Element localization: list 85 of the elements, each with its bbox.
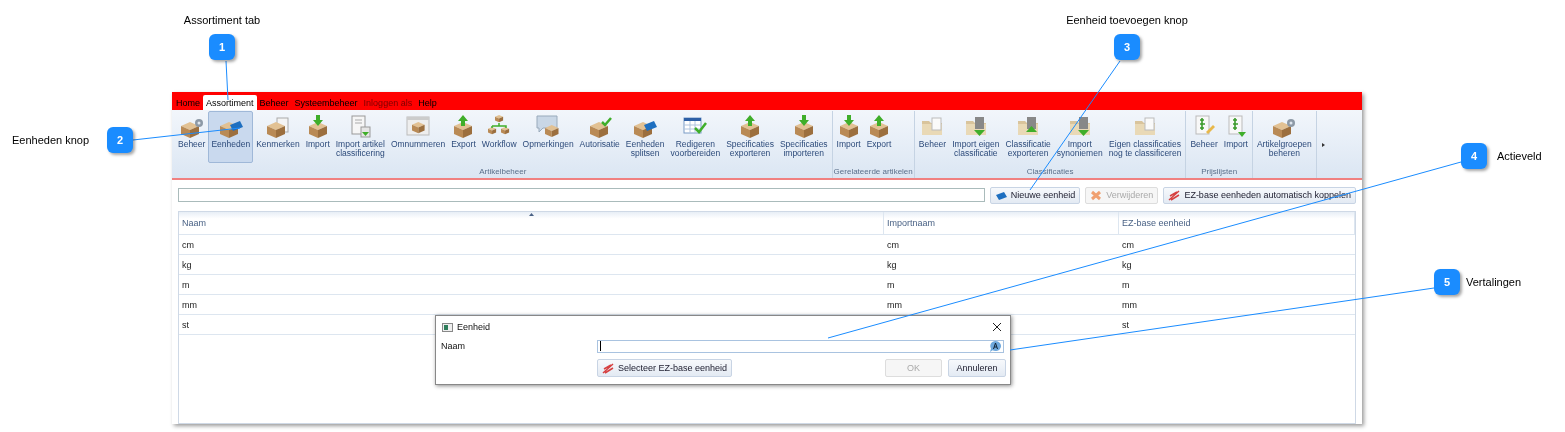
folder-down-icon bbox=[963, 114, 988, 138]
ribbon-button[interactable]: Import bbox=[302, 111, 333, 163]
menu-tab[interactable]: Assortiment bbox=[203, 95, 257, 110]
callout-label: Eenheid toevoegen knop bbox=[1066, 14, 1188, 26]
leader-line bbox=[225, 60, 229, 101]
ribbon-button[interactable]: Beheer bbox=[915, 111, 950, 163]
ribbon-button[interactable]: Eenheden splitsen bbox=[622, 111, 668, 163]
folder-icon bbox=[1133, 114, 1157, 138]
new-unit-button[interactable]: Nieuwe eenheid bbox=[989, 186, 1081, 204]
ribbon-button[interactable]: Export bbox=[448, 111, 479, 163]
table-cell: m bbox=[182, 279, 190, 290]
callout-badge: 2 bbox=[107, 127, 133, 153]
ribbon-button[interactable]: Export bbox=[863, 111, 895, 163]
window-icon bbox=[442, 322, 453, 332]
ribbon-button[interactable]: Classificatie exporteren bbox=[1002, 111, 1054, 163]
doc-down-icon bbox=[348, 114, 373, 138]
menu-tab[interactable]: Help bbox=[415, 95, 440, 110]
ribbon-button[interactable]: Autorisatie bbox=[576, 111, 623, 163]
dialog-title: Eenheid bbox=[457, 322, 492, 332]
pen-stroke-icon bbox=[1168, 189, 1181, 201]
table-cell: mm bbox=[182, 299, 197, 310]
up-box-icon bbox=[867, 114, 891, 138]
card-icon bbox=[994, 189, 1007, 201]
ribbon-button[interactable]: Opmerkingen bbox=[519, 111, 577, 163]
ribbon-button[interactable]: Omnummeren bbox=[387, 111, 449, 163]
ribbon-button[interactable]: Eenheden bbox=[208, 111, 254, 163]
callout-label: Actieveld bbox=[1497, 150, 1542, 162]
doc-box-icon bbox=[265, 114, 290, 138]
ribbon-button[interactable]: Import bbox=[833, 111, 864, 163]
name-field[interactable] bbox=[597, 339, 1004, 353]
ribbon-button[interactable]: Eigen classificaties nog te classificeren bbox=[1105, 111, 1185, 163]
bubble-box-icon bbox=[536, 114, 561, 138]
callout-label: Eenheden knop bbox=[12, 134, 90, 146]
cancel-button[interactable]: Annuleren bbox=[948, 359, 1006, 377]
table-cell: kg bbox=[182, 259, 192, 270]
column-header[interactable]: Importnaam bbox=[884, 212, 1119, 234]
callout-label: Assortiment tab bbox=[183, 14, 261, 26]
callout-badge: 1 bbox=[209, 34, 235, 60]
menu-tab[interactable]: Beheer bbox=[256, 95, 292, 110]
menu-tab[interactable]: Home bbox=[173, 95, 203, 110]
ribbon-button[interactable]: Import eigen classificatie bbox=[949, 111, 1003, 163]
callout-badge: 3 bbox=[1114, 34, 1140, 60]
table-cell: m bbox=[887, 279, 895, 290]
folder-down-icon bbox=[1067, 114, 1092, 138]
menu-tab[interactable]: Systeembeheer bbox=[291, 95, 361, 110]
table-cell: cm bbox=[1122, 239, 1134, 250]
table-cell: st bbox=[1122, 319, 1129, 330]
ribbon-button[interactable]: Import artikel classificering bbox=[332, 111, 388, 163]
table-cell: mm bbox=[1122, 299, 1137, 310]
ribbon-button[interactable]: Beheer bbox=[1187, 111, 1221, 163]
callout-badge: 5 bbox=[1434, 269, 1460, 295]
table-cell: st bbox=[182, 319, 189, 330]
group-label: Artikelbeheer bbox=[478, 167, 528, 178]
callout-badge: 4 bbox=[1461, 143, 1487, 169]
table-cell: mm bbox=[887, 299, 902, 310]
ribbon-button[interactable]: Workflow bbox=[478, 111, 520, 163]
cross-icon bbox=[1090, 189, 1103, 201]
ribbon-button[interactable]: Kenmerken bbox=[253, 111, 303, 163]
table-cell: cm bbox=[182, 239, 194, 250]
ribbon-button[interactable]: Import bbox=[1220, 111, 1251, 163]
ribbon-button[interactable]: Artikelgroepen beheren bbox=[1253, 111, 1315, 163]
folder-icon bbox=[920, 114, 945, 138]
ribbon-button[interactable]: Import synoniemen bbox=[1053, 111, 1106, 163]
window-box-icon bbox=[406, 114, 431, 138]
ribbon-button[interactable]: Redigeren voorbereiden bbox=[667, 111, 724, 163]
ribbon-button[interactable]: Specificaties importeren bbox=[776, 111, 831, 163]
search-field[interactable] bbox=[178, 188, 985, 202]
ribbon-button[interactable]: Specificaties exporteren bbox=[723, 111, 777, 163]
select-unit-button[interactable]: Selecteer EZ-base eenheid bbox=[597, 359, 733, 377]
callout-label: Vertalingen bbox=[1466, 276, 1522, 288]
sort-icon bbox=[529, 213, 534, 216]
close-icon[interactable] bbox=[992, 322, 1002, 332]
pen-stroke-icon bbox=[602, 362, 614, 374]
translate-icon[interactable] bbox=[989, 339, 1002, 353]
column-header[interactable]: EZ-base eenheid bbox=[1119, 212, 1355, 234]
ribbon-button[interactable]: Beheer bbox=[175, 111, 209, 163]
table-cell: kg bbox=[1122, 259, 1132, 270]
table-cell: kg bbox=[887, 259, 897, 270]
field-label: Naam bbox=[441, 341, 466, 351]
table-cell: m bbox=[1122, 279, 1130, 290]
table-cell: cm bbox=[887, 239, 899, 250]
folder-up-icon bbox=[1016, 114, 1041, 138]
dollar-pen-icon bbox=[1192, 114, 1217, 138]
group-label: Gerelateerde artikelen bbox=[833, 167, 913, 178]
group-label: Prijslijsten bbox=[1200, 167, 1239, 178]
